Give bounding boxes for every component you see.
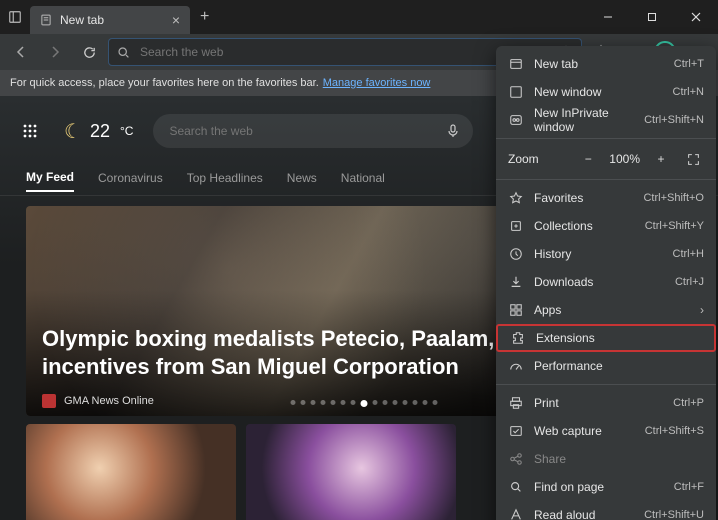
close-window-button[interactable] [674,0,718,34]
minimize-button[interactable] [586,0,630,34]
read-aloud-icon [508,508,524,520]
weather-widget[interactable]: ☾ 22 °C [64,119,133,144]
zoom-label: Zoom [508,152,562,166]
star-icon [508,191,524,205]
menu-history[interactable]: HistoryCtrl+H [496,240,716,268]
menu-find[interactable]: Find on pageCtrl+F [496,473,716,501]
manage-favorites-link[interactable]: Manage favorites now [323,77,431,89]
menu-performance[interactable]: Performance [496,352,716,380]
feed-card[interactable] [246,424,456,520]
menu-new-tab[interactable]: New tabCtrl+T [496,50,716,78]
address-input[interactable] [138,44,551,60]
new-tab-icon [508,57,524,71]
print-icon [508,396,524,410]
share-icon [508,452,524,466]
feed-tab-top-headlines[interactable]: Top Headlines [187,171,263,191]
menu-web-capture[interactable]: Web captureCtrl+Shift+S [496,417,716,445]
new-tab-button[interactable]: + [190,8,219,26]
forward-button[interactable] [40,37,70,67]
find-icon [508,480,524,494]
featured-source: GMA News Online [64,395,154,407]
menu-downloads[interactable]: DownloadsCtrl+J [496,268,716,296]
inprivate-icon [508,113,524,127]
feed-tab-news[interactable]: News [287,171,317,191]
downloads-icon [508,275,524,289]
zoom-in-button[interactable]: + [650,148,672,170]
moon-icon: ☾ [64,119,82,144]
menu-print[interactable]: PrintCtrl+P [496,389,716,417]
menu-share: Share [496,445,716,473]
ntp-search-input[interactable] [167,123,437,139]
menu-read-aloud[interactable]: Read aloudCtrl+Shift+U [496,501,716,520]
tab-title: New tab [60,13,164,27]
fullscreen-button[interactable] [682,148,704,170]
weather-unit: °C [120,124,133,138]
capture-icon [508,424,524,438]
maximize-button[interactable] [630,0,674,34]
zoom-out-button[interactable]: − [577,148,599,170]
menu-new-window[interactable]: New windowCtrl+N [496,78,716,106]
titlebar: New tab × + [0,0,718,34]
performance-icon [508,359,524,373]
favorites-hint: For quick access, place your favorites h… [10,77,319,89]
feed-tab-national[interactable]: National [341,171,385,191]
menu-extensions[interactable]: Extensions [496,324,716,352]
source-badge-icon [42,394,56,408]
app-launcher-icon[interactable] [16,117,44,145]
menu-zoom-row: Zoom − 100% + [496,143,716,175]
ntp-search-box[interactable] [153,114,473,148]
weather-temp: 22 [90,121,110,142]
menu-collections[interactable]: CollectionsCtrl+Shift+Y [496,212,716,240]
extensions-icon [510,331,526,345]
page-icon [40,14,52,26]
tab-actions-button[interactable] [0,2,30,32]
zoom-value: 100% [609,152,640,166]
menu-apps[interactable]: Apps› [496,296,716,324]
chevron-right-icon: › [700,303,704,317]
close-tab-button[interactable]: × [172,12,180,28]
feed-card[interactable] [26,424,236,520]
apps-icon [508,303,524,317]
settings-menu: New tabCtrl+T New windowCtrl+N New InPri… [496,46,716,520]
refresh-button[interactable] [74,37,104,67]
menu-new-inprivate[interactable]: New InPrivate windowCtrl+Shift+N [496,106,716,134]
menu-favorites[interactable]: FavoritesCtrl+Shift+O [496,184,716,212]
feed-tab-my-feed[interactable]: My Feed [26,170,74,192]
window-controls [586,0,718,34]
browser-window: New tab × + ph For quick access, place y… [0,0,718,520]
new-window-icon [508,85,524,99]
feed-tab-coronavirus[interactable]: Coronavirus [98,171,163,191]
mic-icon[interactable] [447,124,459,138]
history-icon [508,247,524,261]
search-icon [117,46,130,59]
collections-icon [508,219,524,233]
browser-tab[interactable]: New tab × [30,6,190,34]
back-button[interactable] [6,37,36,67]
